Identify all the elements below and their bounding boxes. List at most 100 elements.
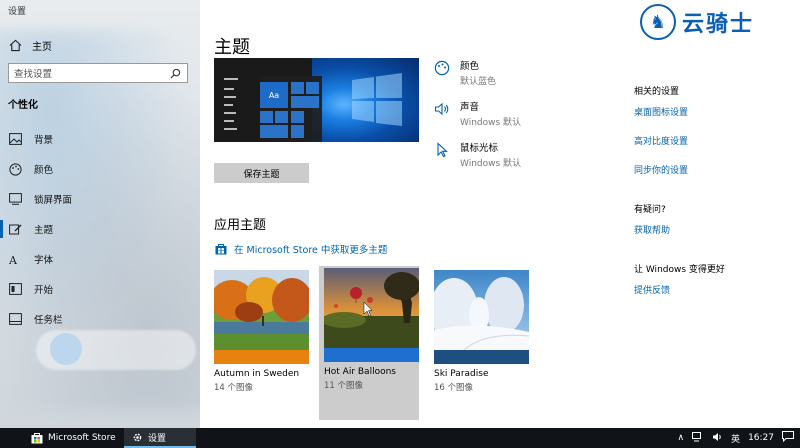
preview-tile-aa: Aa bbox=[260, 82, 288, 108]
main-content: 主题 Aa 颜色 默认蓝色 声音 Windows 默认 鼠标光标 Windows… bbox=[200, 0, 800, 428]
sidebar: 设置 主页 查找设置 个性化 背景 颜色 锁屏界面 主题 A 字体 开始 任务栏 bbox=[0, 0, 200, 428]
theme-accent-bar bbox=[214, 350, 309, 364]
theme-image-count: 11 个图像 bbox=[324, 381, 364, 391]
palette-icon bbox=[8, 162, 22, 176]
knight-emblem-icon: ♞ bbox=[640, 4, 676, 40]
property-label: 颜色 bbox=[460, 61, 480, 72]
property-label: 鼠标光标 bbox=[460, 143, 499, 154]
theme-icon bbox=[8, 222, 22, 236]
sidebar-item-theme[interactable]: 主题 bbox=[0, 214, 200, 244]
property-value: Windows 默认 bbox=[460, 159, 522, 169]
related-settings-title: 相关的设置 bbox=[634, 87, 680, 97]
sidebar-item-font[interactable]: A 字体 bbox=[0, 244, 200, 274]
sidebar-item-lockscreen[interactable]: 锁屏界面 bbox=[0, 184, 200, 214]
sidebar-item-label: 锁屏界面 bbox=[34, 195, 73, 206]
apply-theme-title: 应用主题 bbox=[214, 218, 267, 233]
property-value: Windows 默认 bbox=[460, 118, 522, 128]
system-tray: ∧ 英 16:27 bbox=[677, 428, 794, 448]
theme-thumbnail bbox=[324, 268, 419, 348]
sidebar-item-color[interactable]: 颜色 bbox=[0, 154, 200, 184]
start-icon bbox=[8, 282, 22, 296]
link-get-help[interactable]: 获取帮助 bbox=[634, 223, 725, 236]
preview-tile bbox=[275, 111, 288, 123]
theme-card-ski-paradise[interactable]: Ski Paradise 16 个图像 bbox=[434, 268, 534, 422]
sidebar-item-label: 任务栏 bbox=[34, 315, 63, 326]
theme-card-hot-air-balloons[interactable]: Hot Air Balloons 11 个图像 bbox=[319, 266, 419, 420]
taskbar-icon bbox=[8, 312, 22, 326]
sidebar-item-label: 主题 bbox=[34, 225, 54, 236]
theme-card-autumn[interactable]: Autumn in Sweden 14 个图像 bbox=[214, 268, 314, 422]
improve-windows-title: 让 Windows 变得更好 bbox=[634, 265, 725, 275]
preview-start-menu: Aa bbox=[260, 76, 322, 142]
preview-tile bbox=[291, 82, 304, 94]
theme-properties: 颜色 默认蓝色 声音 Windows 默认 鼠标光标 Windows 默认 bbox=[434, 58, 521, 181]
window-title: 设置 bbox=[8, 7, 27, 17]
theme-thumbnail bbox=[214, 270, 309, 350]
related-settings: 相关的设置 桌面图标设置 高对比度设置 同步你的设置 有疑问? 获取帮助 让 W… bbox=[634, 84, 725, 312]
link-feedback[interactable]: 提供反馈 bbox=[634, 283, 725, 296]
save-theme-button[interactable]: 保存主题 bbox=[214, 163, 309, 183]
volume-icon[interactable] bbox=[712, 432, 723, 445]
taskbar-item-settings[interactable]: 设置 bbox=[124, 428, 196, 448]
theme-accent-bar bbox=[434, 350, 529, 364]
theme-accent-bar bbox=[324, 348, 419, 362]
taskbar: Microsoft Store 设置 ∧ 英 16:27 bbox=[0, 428, 800, 448]
preview-tile bbox=[260, 125, 288, 138]
blurred-avatar bbox=[50, 333, 82, 365]
preview-tile bbox=[291, 96, 319, 108]
nav-home-label: 主页 bbox=[32, 42, 52, 53]
store-link-label: 在 Microsoft Store 中获取更多主题 bbox=[234, 245, 388, 256]
taskbar-item-label: Microsoft Store bbox=[48, 433, 116, 443]
clock[interactable]: 16:27 bbox=[748, 433, 774, 443]
theme-name: Ski Paradise bbox=[434, 369, 489, 379]
property-cursor[interactable]: 鼠标光标 Windows 默认 bbox=[434, 140, 521, 169]
store-bag-icon bbox=[214, 242, 228, 256]
property-label: 声音 bbox=[460, 102, 480, 113]
property-color[interactable]: 颜色 默认蓝色 bbox=[434, 58, 521, 87]
sidebar-item-label: 字体 bbox=[34, 255, 54, 266]
font-icon: A bbox=[8, 252, 22, 266]
search-icon[interactable] bbox=[168, 66, 182, 80]
ime-indicator[interactable]: 英 bbox=[731, 432, 740, 445]
notification-icon[interactable] bbox=[782, 431, 794, 445]
nav-list: 背景 颜色 锁屏界面 主题 A 字体 开始 任务栏 bbox=[0, 124, 200, 334]
home-icon bbox=[8, 39, 22, 53]
theme-name: Hot Air Balloons bbox=[324, 367, 396, 377]
sidebar-item-label: 颜色 bbox=[34, 165, 54, 176]
nav-home[interactable]: 主页 bbox=[8, 38, 52, 53]
search-input[interactable]: 查找设置 bbox=[8, 63, 188, 83]
taskbar-item-label: 设置 bbox=[148, 433, 167, 444]
chevron-up-icon[interactable]: ∧ bbox=[677, 433, 684, 443]
svg-text:A: A bbox=[9, 254, 18, 266]
network-icon[interactable] bbox=[692, 431, 704, 445]
watermark-text: 云骑士 bbox=[682, 11, 755, 37]
property-value: 默认蓝色 bbox=[460, 77, 497, 87]
speaker-icon bbox=[434, 101, 450, 117]
sidebar-item-start[interactable]: 开始 bbox=[0, 274, 200, 304]
property-sound[interactable]: 声音 Windows 默认 bbox=[434, 99, 521, 128]
preview-tile bbox=[291, 111, 304, 123]
windows-logo-icon bbox=[352, 73, 402, 126]
preview-tile bbox=[260, 111, 273, 123]
desktop-wallpaper-preview bbox=[312, 58, 419, 142]
preview-tile bbox=[291, 125, 304, 138]
taskbar-item-store[interactable]: Microsoft Store bbox=[24, 428, 122, 448]
preview-tile bbox=[306, 82, 319, 94]
theme-preview: Aa bbox=[214, 58, 419, 142]
theme-name: Autumn in Sweden bbox=[214, 369, 300, 379]
palette-icon bbox=[434, 60, 450, 76]
gear-icon bbox=[130, 430, 144, 444]
sidebar-item-label: 背景 bbox=[34, 135, 54, 146]
image-icon bbox=[8, 132, 22, 146]
theme-image-count: 14 个图像 bbox=[214, 383, 254, 393]
store-icon bbox=[30, 431, 44, 445]
cursor-icon bbox=[434, 142, 450, 158]
question-title: 有疑问? bbox=[634, 205, 666, 215]
sidebar-item-label: 开始 bbox=[34, 285, 54, 296]
link-high-contrast[interactable]: 高对比度设置 bbox=[634, 134, 725, 147]
store-link[interactable]: 在 Microsoft Store 中获取更多主题 bbox=[214, 242, 387, 256]
link-sync-settings[interactable]: 同步你的设置 bbox=[634, 163, 725, 176]
watermark-logo: ♞ 云骑士 bbox=[640, 4, 754, 40]
link-desktop-icons[interactable]: 桌面图标设置 bbox=[634, 105, 725, 118]
sidebar-item-background[interactable]: 背景 bbox=[0, 124, 200, 154]
